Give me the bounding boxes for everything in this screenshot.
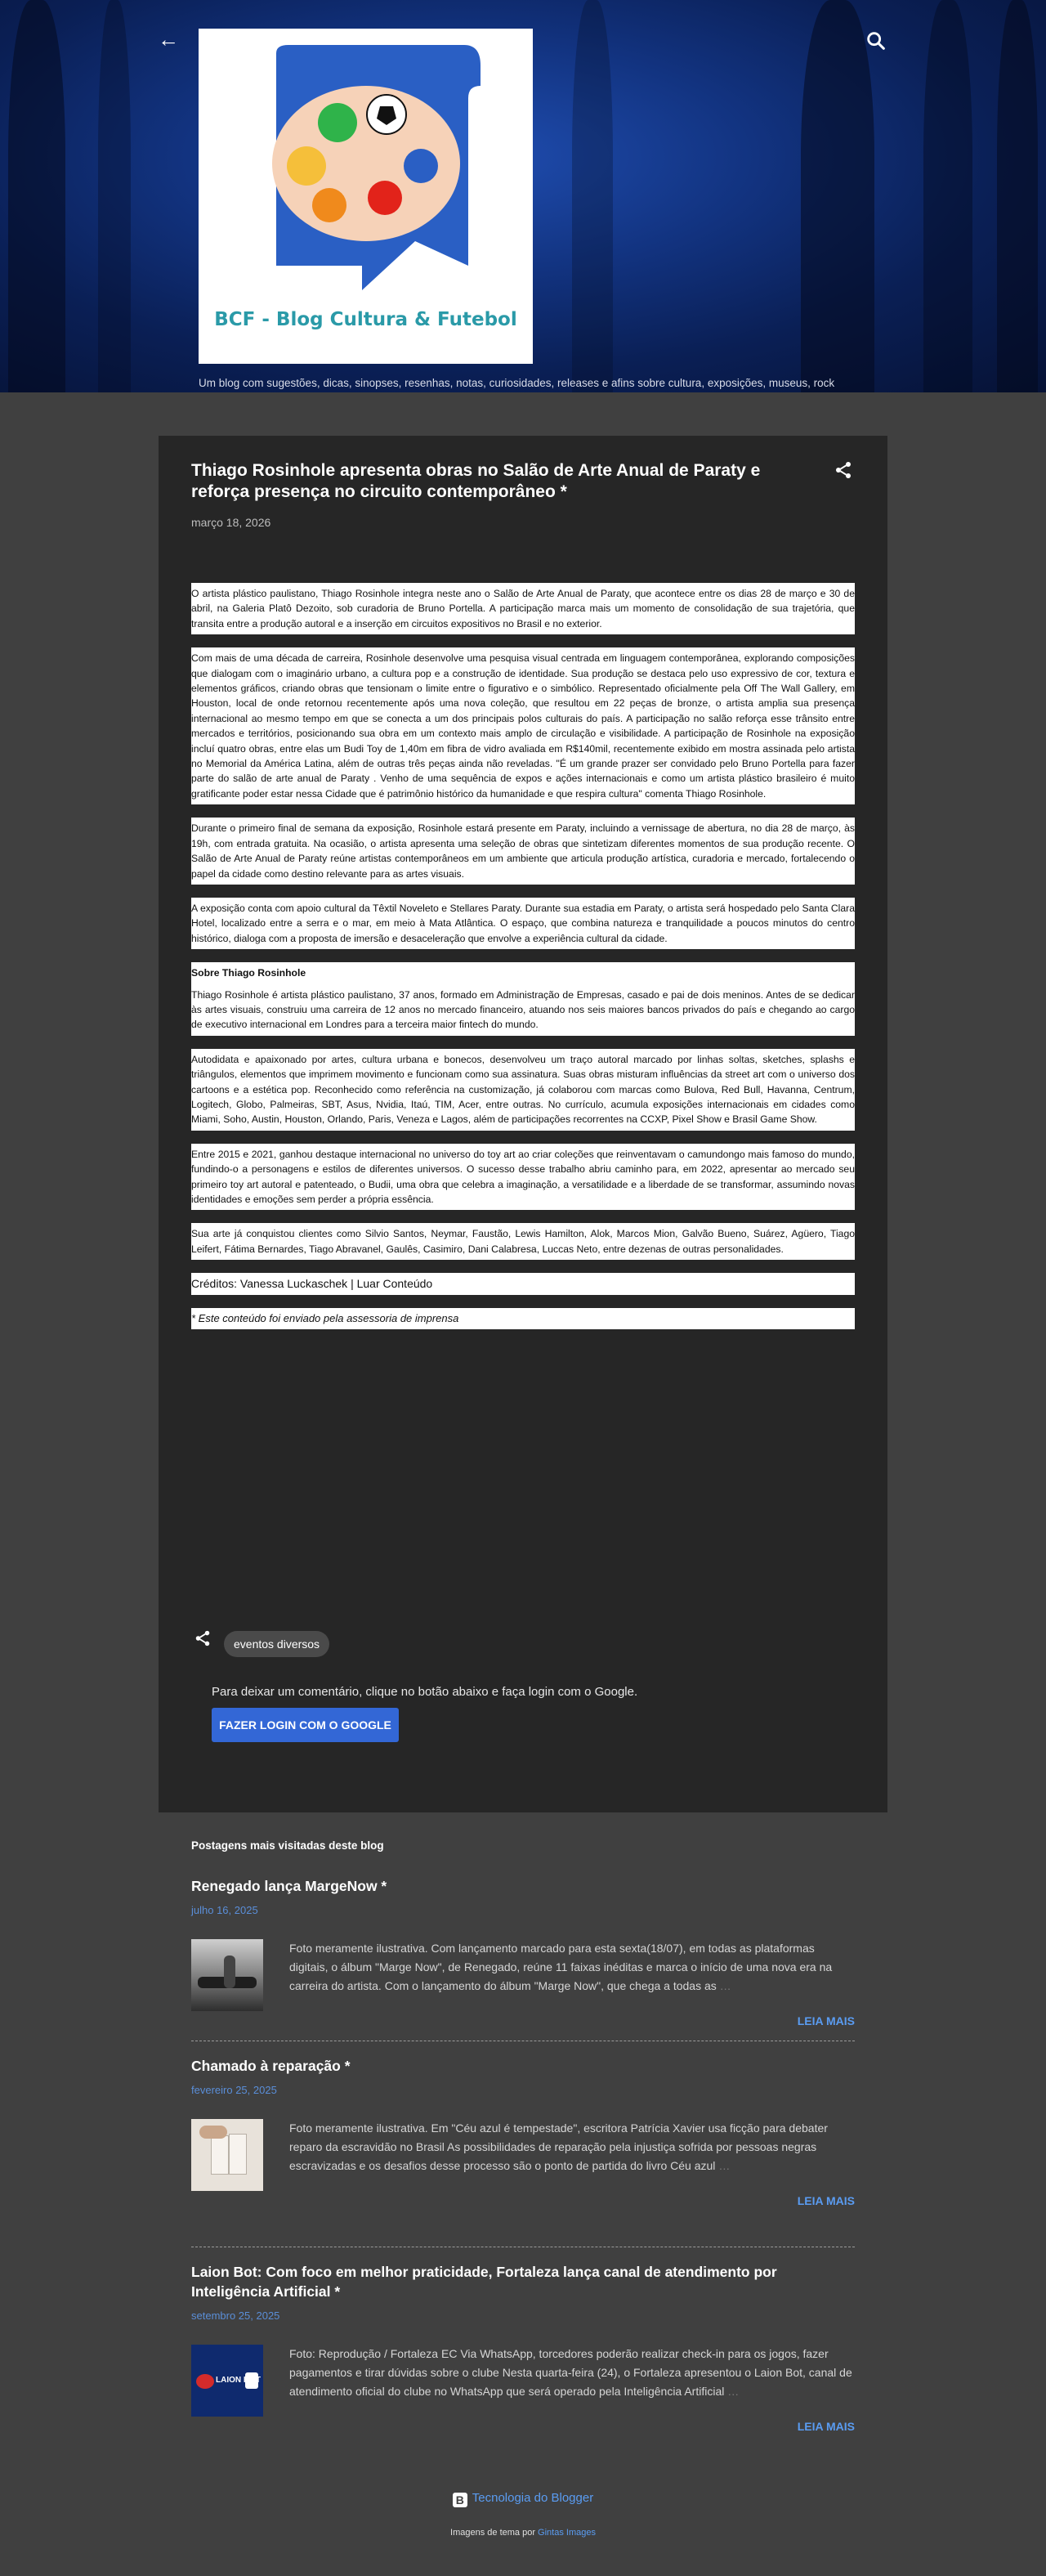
share-icon[interactable] <box>194 1629 212 1647</box>
popular-post-date[interactable]: julho 16, 2025 <box>191 1904 855 1916</box>
tree-silhouette <box>572 0 613 392</box>
post-paragraph: Com mais de uma década de carreira, Rosi… <box>191 647 855 805</box>
snippet-ellipsis: … <box>718 2159 731 2172</box>
google-login-button[interactable]: FAZER LOGIN COM O GOOGLE <box>212 1708 399 1742</box>
post-date[interactable]: março 18, 2026 <box>191 516 270 529</box>
about-heading: Sobre Thiago Rosinhole <box>191 962 855 984</box>
palette-logo-icon <box>272 45 481 290</box>
snippet-ellipsis: … <box>727 2385 740 2398</box>
read-more-link[interactable]: LEIA MAIS <box>191 2420 855 2433</box>
tree-silhouette <box>923 0 972 392</box>
popular-post-thumbnail[interactable] <box>191 1939 263 2011</box>
snippet-text: Foto meramente ilustrativa. Em "Céu azul… <box>289 2121 828 2172</box>
blog-tagline: Um blog com sugestões, dicas, sinopses, … <box>199 377 835 392</box>
about-paragraph: Autodidata e apaixonado por artes, cultu… <box>191 1048 855 1131</box>
popular-post-title[interactable]: Chamado à reparação * <box>191 2056 855 2076</box>
popular-post-snippet: Foto meramente ilustrativa. Em "Céu azul… <box>289 2119 853 2191</box>
post-label-chip[interactable]: eventos diversos <box>224 1631 330 1657</box>
post-paragraph: O artista plástico paulistano, Thiago Ro… <box>191 583 855 635</box>
popular-post-snippet: Foto: Reprodução / Fortaleza EC Via What… <box>289 2345 853 2417</box>
popular-heading: Postagens mais visitadas deste blog <box>191 1839 384 1852</box>
popular-post-title[interactable]: Renegado lança MargeNow * <box>191 1876 855 1896</box>
blogger-icon: B <box>452 2493 467 2507</box>
about-paragraph: Sua arte já conquistou clientes como Sil… <box>191 1223 855 1261</box>
post-body: O artista plástico paulistano, Thiago Ro… <box>191 583 855 1342</box>
popular-post-item: Laion Bot: Com foco em melhor praticidad… <box>191 2262 855 2458</box>
popular-post-thumbnail[interactable]: LAION BOT <box>191 2345 263 2417</box>
snippet-text: Foto meramente ilustrativa. Com lançamen… <box>289 1942 833 1992</box>
read-more-link[interactable]: LEIA MAIS <box>191 2014 855 2027</box>
popular-post-item: Renegado lança MargeNow * julho 16, 2025… <box>191 1876 855 2041</box>
popular-post-snippet: Foto meramente ilustrativa. Com lançamen… <box>289 1939 853 2011</box>
powered-by-text[interactable]: Tecnologia do Blogger <box>472 2491 593 2505</box>
search-icon[interactable] <box>865 29 887 52</box>
tree-silhouette <box>801 0 874 392</box>
theme-credit-prefix: Imagens de tema por <box>450 2528 535 2538</box>
tree-silhouette <box>997 0 1038 392</box>
theme-credit-link[interactable]: Gintas Images <box>538 2528 596 2538</box>
logo-text: BCF - Blog Cultura & Futebol <box>214 309 517 330</box>
post-card: Thiago Rosinhole apresenta obras no Salã… <box>159 436 887 1812</box>
popular-post-title[interactable]: Laion Bot: Com foco em melhor praticidad… <box>191 2262 855 2301</box>
tree-silhouette <box>8 0 65 392</box>
theme-credit: Imagens de tema por Gintas Images <box>0 2528 1046 2538</box>
popular-post-item: Chamado à reparação * fevereiro 25, 2025… <box>191 2056 855 2247</box>
post-note: * Este conteúdo foi enviado pela assesso… <box>191 1307 855 1330</box>
tree-silhouette <box>98 0 131 392</box>
post-paragraph: Durante o primeiro final de semana da ex… <box>191 818 855 885</box>
popular-post-date[interactable]: fevereiro 25, 2025 <box>191 2084 855 2096</box>
arrow-left-icon[interactable]: ← <box>157 28 180 51</box>
blog-logo[interactable]: BCF - Blog Cultura & Futebol <box>199 29 533 364</box>
about-paragraph: Entre 2015 e 2021, ganhou destaque inter… <box>191 1143 855 1211</box>
comment-prompt: Para deixar um comentário, clique no bot… <box>212 1685 638 1699</box>
powered-by[interactable]: B Tecnologia do Blogger <box>0 2491 1046 2507</box>
popular-post-thumbnail[interactable] <box>191 2119 263 2191</box>
snippet-ellipsis: … <box>719 1979 731 1992</box>
snippet-text: Foto: Reprodução / Fortaleza EC Via What… <box>289 2347 852 2398</box>
popular-post-date[interactable]: setembro 25, 2025 <box>191 2309 855 2322</box>
popular-posts: Postagens mais visitadas deste blog Rene… <box>191 1839 855 2458</box>
about-paragraph: Thiago Rosinhole é artista plástico paul… <box>191 983 855 1036</box>
share-icon[interactable] <box>834 460 853 480</box>
read-more-link[interactable]: LEIA MAIS <box>191 2194 855 2207</box>
post-title[interactable]: Thiago Rosinhole apresenta obras no Salã… <box>191 460 812 503</box>
post-paragraph: A exposição conta com apoio cultural da … <box>191 897 855 950</box>
post-credits: Créditos: Vanessa Luckaschek | Luar Cont… <box>191 1273 855 1295</box>
header-hero: ← BCF - Blog Cultura & Futebol Um blog c… <box>0 0 1046 392</box>
